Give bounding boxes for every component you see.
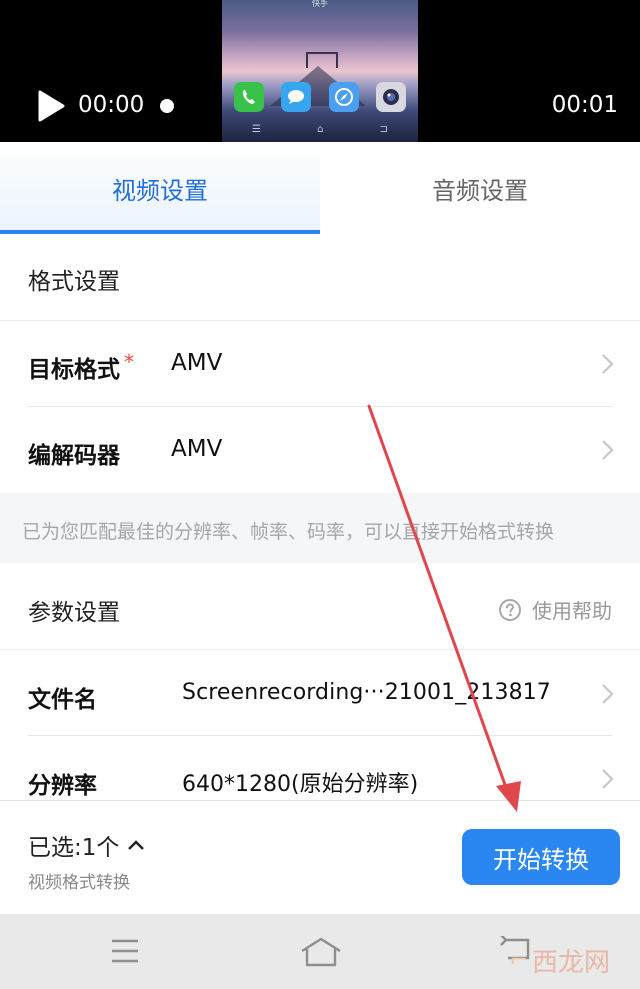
phone-app-icon [234, 82, 264, 112]
tab-video-settings[interactable]: 视频设置 [0, 142, 320, 234]
required-mark: * [124, 350, 134, 374]
system-nav-bar: ⌐ 西龙网 [0, 914, 640, 989]
format-hint-band: 已为您匹配最佳的分辨率、帧率、码率，可以直接开始格式转换 [0, 493, 640, 563]
video-player[interactable]: 00:00 快手 ☰ ⌂ ⊐ 00:01 [0, 0, 640, 142]
target-format-row[interactable]: 目标格式 * AMV [0, 321, 640, 407]
settings-tabs: 视频设置 音频设置 [0, 142, 640, 234]
home-icon[interactable] [298, 936, 344, 968]
preview-back-icon: ⊐ [379, 124, 388, 135]
selected-count-toggle[interactable]: 已选:1个 [28, 828, 145, 862]
resolution-label: 分辨率 [28, 773, 97, 799]
preview-dock [234, 82, 406, 114]
help-circle-icon [499, 598, 521, 621]
scrub-handle[interactable] [160, 99, 174, 113]
site-watermark: ⌐ 西龙网 [510, 942, 610, 979]
filename-label: 文件名 [28, 687, 97, 713]
camera-app-icon [375, 82, 406, 112]
chevron-right-icon [602, 354, 614, 374]
format-section-header: 格式设置 [0, 234, 640, 320]
bottom-action-bar: 已选:1个 视频格式转换 开始转换 [0, 800, 640, 914]
video-preview-thumbnail: 快手 ☰ ⌂ ⊐ [222, 0, 418, 142]
browser-app-icon [328, 82, 359, 112]
codec-label: 编解码器 [28, 443, 120, 469]
format-hint-text: 已为您匹配最佳的分辨率、帧率、码率，可以直接开始格式转换 [22, 521, 555, 543]
help-label: 使用帮助 [532, 599, 612, 623]
duration-time: 00:01 [551, 92, 618, 118]
preview-label: 快手 [312, 0, 328, 8]
resolution-value: 640*1280(原始分辨率) [182, 772, 419, 797]
codec-value: AMV [171, 436, 223, 462]
codec-row[interactable]: 编解码器 AMV [0, 407, 640, 493]
menu-icon[interactable] [110, 938, 140, 964]
preview-menu-icon: ☰ [252, 124, 261, 135]
filename-row[interactable]: 文件名 Screenrecording···21001_213817 [0, 650, 640, 736]
start-convert-button[interactable]: 开始转换 [462, 829, 620, 885]
target-format-label: 目标格式 * [28, 350, 134, 383]
watermark-logo-icon: ⌐ [509, 948, 528, 973]
tab-audio-settings[interactable]: 音频设置 [320, 142, 640, 234]
help-link[interactable]: 使用帮助 [498, 595, 612, 624]
param-section-header: 参数设置 使用帮助 [0, 563, 640, 649]
chevron-right-icon [602, 440, 614, 460]
preview-nav-bar: ☰ ⌂ ⊐ [252, 124, 388, 135]
format-section-title: 格式设置 [28, 269, 120, 295]
chevron-right-icon [602, 769, 614, 789]
chevron-up-icon [128, 840, 145, 850]
filename-value: Screenrecording···21001_213817 [182, 680, 551, 705]
param-section-title: 参数设置 [28, 600, 120, 626]
watermark-text: 西龙网 [531, 948, 610, 978]
selected-subtitle: 视频格式转换 [28, 873, 130, 893]
selected-count-label: 已选:1个 [28, 835, 120, 861]
preview-home-icon: ⌂ [317, 124, 324, 135]
messages-app-icon [281, 82, 312, 112]
target-format-value: AMV [171, 350, 223, 376]
resolution-row[interactable]: 分辨率 640*1280(原始分辨率) [0, 736, 640, 800]
current-time: 00:00 [78, 92, 145, 118]
bar-divider [0, 800, 640, 801]
chevron-right-icon [602, 684, 614, 704]
play-icon[interactable] [36, 90, 66, 122]
